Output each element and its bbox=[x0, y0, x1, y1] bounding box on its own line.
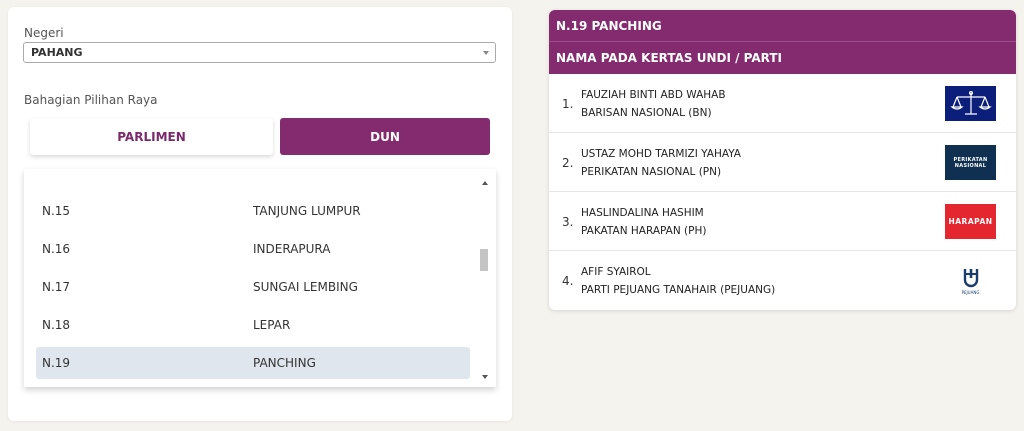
candidate-row: 2. USTAZ MOHD TARMIZI YAHAYA PERIKATAN N… bbox=[549, 133, 1016, 192]
constituency-code: N.16 bbox=[42, 242, 71, 256]
candidate-number: 2. bbox=[562, 156, 574, 170]
constituency-name: TANJUNG LUMPUR bbox=[253, 204, 361, 218]
scroll-thumb[interactable] bbox=[480, 249, 488, 271]
state-select-value: PAHANG bbox=[31, 46, 83, 59]
list-scrollbar[interactable] bbox=[480, 175, 490, 381]
constituency-name: SUNGAI LEMBING bbox=[253, 280, 358, 294]
candidate-name: USTAZ MOHD TARMIZI YAHAYA bbox=[581, 148, 741, 160]
ph-logo-icon: HARAPAN bbox=[945, 204, 996, 239]
state-label: Negeri bbox=[24, 26, 64, 40]
tab-dun[interactable]: DUN bbox=[280, 118, 490, 155]
list-item[interactable]: N.18 LEPAR bbox=[36, 309, 470, 341]
candidate-party: PARTI PEJUANG TANAHAIR (PEJUANG) bbox=[581, 284, 776, 296]
candidate-number: 1. bbox=[562, 97, 574, 111]
candidate-name: HASLINDALINA HASHIM bbox=[581, 207, 704, 219]
ballot-title: N.19 PANCHING bbox=[549, 10, 1016, 42]
candidate-row: 1. FAUZIAH BINTI ABD WAHAB BARISAN NASIO… bbox=[549, 74, 1016, 133]
scroll-down-arrow-icon[interactable] bbox=[482, 375, 488, 379]
scroll-up-arrow-icon[interactable] bbox=[482, 181, 488, 185]
candidate-number: 4. bbox=[562, 274, 574, 288]
list-item[interactable]: N.15 TANJUNG LUMPUR bbox=[36, 195, 470, 227]
constituency-code: N.17 bbox=[42, 280, 71, 294]
candidate-name: AFIF SYAIROL bbox=[581, 266, 651, 278]
candidate-name: FAUZIAH BINTI ABD WAHAB bbox=[581, 89, 726, 101]
constituency-name: PANCHING bbox=[253, 356, 316, 370]
list-item[interactable]: N.17 SUNGAI LEMBING bbox=[36, 271, 470, 303]
division-label: Bahagian Pilihan Raya bbox=[24, 93, 158, 107]
constituency-list: N.15 TANJUNG LUMPUR N.16 INDERAPURA N.17… bbox=[24, 169, 496, 387]
tab-parlimen[interactable]: PARLIMEN bbox=[30, 118, 273, 155]
constituency-code: N.18 bbox=[42, 318, 71, 332]
ph-logo-text: HARAPAN bbox=[948, 217, 993, 226]
candidate-row: 3. HASLINDALINA HASHIM PAKATAN HARAPAN (… bbox=[549, 192, 1016, 251]
state-select[interactable]: PAHANG bbox=[23, 42, 496, 63]
bn-scales-logo-icon bbox=[945, 86, 996, 121]
pn-logo-text-line2: NASIONAL bbox=[954, 162, 987, 169]
pejuang-logo-icon: PEJUANG bbox=[945, 263, 996, 298]
candidate-party: BARISAN NASIONAL (BN) bbox=[581, 107, 712, 119]
candidate-party: PERIKATAN NASIONAL (PN) bbox=[581, 166, 722, 178]
constituency-name: LEPAR bbox=[253, 318, 291, 332]
list-item-selected[interactable]: N.19 PANCHING bbox=[36, 347, 470, 379]
pejuang-logo-text: PEJUANG bbox=[961, 289, 980, 295]
candidate-row: 4. AFIF SYAIROL PARTI PEJUANG TANAHAIR (… bbox=[549, 251, 1016, 310]
constituency-code: N.15 bbox=[42, 204, 71, 218]
filter-panel: Negeri PAHANG Bahagian Pilihan Raya PARL… bbox=[8, 7, 512, 421]
chevron-down-icon bbox=[483, 51, 489, 55]
constituency-code: N.19 bbox=[42, 356, 71, 370]
ballot-panel: N.19 PANCHING NAMA PADA KERTAS UNDI / PA… bbox=[549, 10, 1016, 310]
candidate-number: 3. bbox=[562, 215, 574, 229]
pn-logo-icon: PERIKATAN NASIONAL bbox=[945, 145, 996, 180]
ballot-subtitle: NAMA PADA KERTAS UNDI / PARTI bbox=[549, 42, 1016, 74]
candidate-party: PAKATAN HARAPAN (PH) bbox=[581, 225, 707, 237]
constituency-name: INDERAPURA bbox=[253, 242, 331, 256]
list-item[interactable]: N.16 INDERAPURA bbox=[36, 233, 470, 265]
